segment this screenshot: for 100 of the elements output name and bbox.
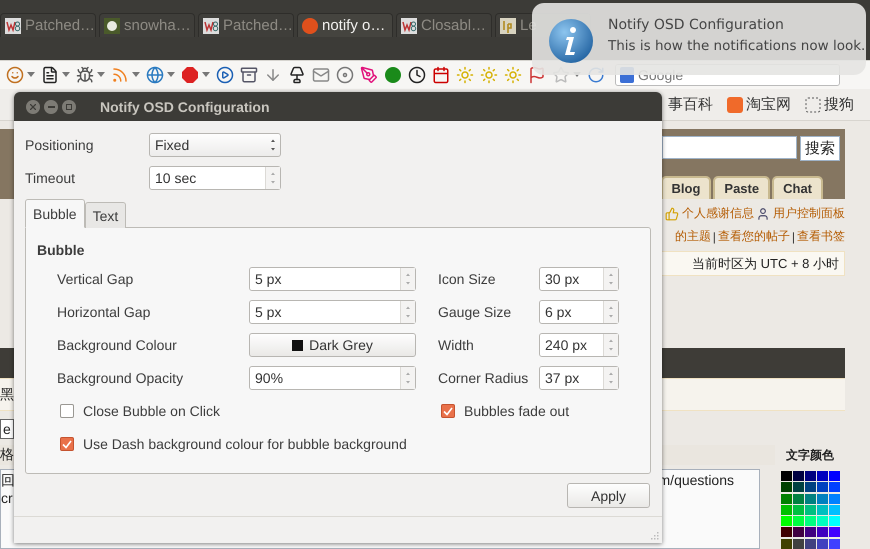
tab[interactable]: Text (84, 202, 126, 228)
globe-icon[interactable] (146, 66, 164, 84)
checkbox-box[interactable] (60, 437, 74, 451)
site-search-field[interactable] (662, 136, 797, 159)
colour-swatch[interactable] (804, 482, 816, 492)
caret-icon[interactable] (202, 72, 210, 78)
spinbox[interactable]: 5 px (249, 267, 416, 291)
checkbox-box[interactable] (441, 404, 455, 418)
colour-swatch[interactable] (780, 504, 792, 515)
spinbox[interactable]: 90% (249, 366, 416, 390)
colour-swatch[interactable] (816, 538, 828, 549)
stop-sign-icon[interactable] (181, 66, 199, 84)
spinbox[interactable]: 37 px (539, 366, 619, 390)
colour-swatch[interactable] (780, 516, 792, 526)
caret-icon[interactable] (132, 72, 140, 78)
colour-swatch[interactable] (828, 527, 840, 538)
maximize-button[interactable] (62, 100, 76, 114)
page-link[interactable]: 查看书签 (797, 228, 845, 245)
caret-icon[interactable] (97, 72, 105, 78)
colour-swatch[interactable] (816, 471, 828, 481)
colour-swatch[interactable] (828, 482, 840, 492)
flower-icon (104, 18, 120, 34)
colour-swatch[interactable] (828, 471, 840, 481)
colour-swatch[interactable] (816, 482, 828, 492)
pen-icon[interactable] (360, 66, 378, 84)
colour-swatch[interactable] (804, 504, 816, 515)
spinbox[interactable]: 240 px (539, 333, 619, 357)
clock-icon[interactable] (408, 66, 426, 84)
circle-icon[interactable] (384, 66, 402, 84)
colour-swatch[interactable] (792, 516, 804, 526)
colour-swatch[interactable] (792, 482, 804, 492)
page-link[interactable]: 的主题 (674, 228, 711, 245)
search-button[interactable]: 搜索 (800, 136, 840, 161)
colour-swatch[interactable] (780, 482, 792, 492)
caret-icon[interactable] (62, 72, 70, 78)
caret-icon[interactable] (27, 72, 35, 78)
colour-swatch[interactable] (792, 494, 804, 504)
colour-swatch[interactable] (792, 527, 804, 538)
colour-swatch[interactable] (804, 538, 816, 549)
colour-swatch[interactable] (828, 504, 840, 515)
calendar-icon[interactable] (432, 66, 450, 84)
colour-swatch[interactable] (780, 538, 792, 549)
colour-swatch[interactable] (804, 471, 816, 481)
rss-icon[interactable] (111, 66, 129, 84)
colour-swatch[interactable] (792, 538, 804, 549)
colour-swatch[interactable] (792, 504, 804, 515)
checkbox-box[interactable] (60, 404, 74, 418)
bookmark-link[interactable]: 事百科 (668, 95, 713, 114)
colour-swatch[interactable] (816, 504, 828, 515)
page-link[interactable]: 查看您的帖子 (718, 228, 790, 245)
colour-swatch[interactable] (816, 494, 828, 504)
resize-grip-icon[interactable] (649, 530, 659, 540)
spinbox[interactable]: 30 px (539, 267, 619, 291)
apply-button[interactable]: Apply (567, 483, 650, 508)
browser-tab[interactable]: notify o… (297, 13, 393, 37)
positioning-dropdown[interactable]: Fixed (149, 133, 281, 157)
document-icon[interactable] (41, 66, 59, 84)
tab[interactable]: Bubble (25, 199, 85, 228)
nav-tab[interactable]: Blog (660, 176, 712, 199)
bookmark-link[interactable]: 搜狗 (805, 95, 854, 114)
colour-swatch[interactable] (804, 527, 816, 538)
lamp-icon[interactable] (288, 66, 306, 84)
field-label: Background Opacity (57, 370, 184, 386)
user-icon (756, 206, 770, 220)
page-text: m/questions (658, 472, 734, 490)
checkbox[interactable]: Close Bubble on Click (57, 401, 416, 421)
minimize-button[interactable] (44, 100, 58, 114)
colour-swatch[interactable] (816, 527, 828, 538)
spinbox[interactable]: 5 px (249, 300, 416, 324)
play-icon[interactable] (216, 66, 234, 84)
archive-icon[interactable] (240, 66, 258, 84)
bookmark-link[interactable]: 淘宝网 (727, 95, 791, 114)
colour-swatch[interactable] (792, 471, 804, 481)
nav-tab[interactable]: Paste (713, 176, 770, 199)
mail-icon[interactable] (312, 66, 330, 84)
bug-icon[interactable] (76, 66, 94, 84)
checkbox[interactable]: Bubbles fade out (438, 401, 619, 421)
colour-swatch[interactable] (780, 471, 792, 481)
user-link[interactable]: 个人感谢信息 (665, 205, 754, 222)
colour-swatch[interactable] (816, 516, 828, 526)
user-link[interactable]: 用户控制面板 (756, 205, 845, 222)
colour-button[interactable]: Dark Grey (249, 333, 416, 357)
close-button[interactable] (26, 100, 40, 114)
colour-swatch[interactable] (804, 494, 816, 504)
colour-swatch[interactable] (828, 494, 840, 504)
timeout-spinbox[interactable]: 10 sec (149, 166, 281, 190)
page-field[interactable]: e (0, 419, 14, 439)
colour-swatch[interactable] (780, 527, 792, 538)
caret-icon[interactable] (167, 72, 175, 78)
field-label: Horizontal Gap (57, 304, 152, 320)
colour-swatch[interactable] (804, 516, 816, 526)
nav-tab[interactable]: Chat (772, 176, 823, 199)
spinbox[interactable]: 6 px (539, 300, 619, 324)
colour-swatch[interactable] (780, 494, 792, 504)
smiley-icon[interactable] (6, 66, 24, 84)
favicon-icon (203, 18, 219, 34)
checkbox[interactable]: Use Dash background colour for bubble background (57, 434, 619, 454)
disc-icon[interactable] (336, 66, 354, 84)
colour-swatch[interactable] (828, 516, 840, 526)
colour-swatch[interactable] (828, 538, 840, 549)
